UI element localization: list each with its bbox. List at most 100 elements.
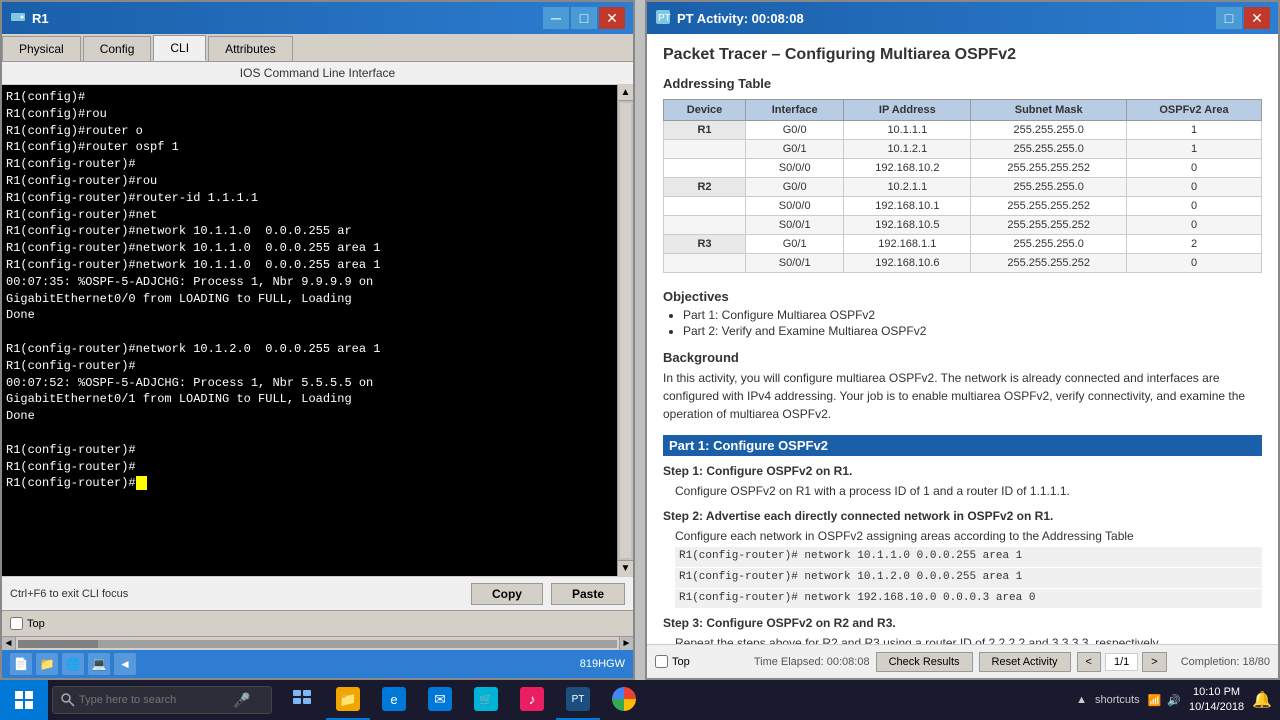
cell-ip: 10.1.1.1 bbox=[844, 121, 971, 140]
microphone-icon[interactable]: 🎤 bbox=[233, 692, 250, 709]
page-navigation: < 1/1 > bbox=[1077, 652, 1167, 672]
part1-title: Part 1: Configure OSPFv2 bbox=[663, 435, 1262, 456]
taskbar-back-icon[interactable]: ◄ bbox=[114, 653, 136, 675]
window-controls: ─ □ ✕ bbox=[543, 7, 625, 29]
music-taskbar[interactable]: ♪ bbox=[510, 680, 554, 720]
objectives-title: Objectives bbox=[663, 289, 1262, 304]
router-taskbar: 📄 📁 🌐 💻 ◄ 819HGW bbox=[2, 650, 633, 678]
step1-content: Configure OSPFv2 on R1 with a process ID… bbox=[675, 482, 1262, 501]
system-clock[interactable]: 10:10 PM 10/14/2018 bbox=[1189, 685, 1244, 716]
objective-2: Part 2: Verify and Examine Multiarea OSP… bbox=[683, 324, 1262, 338]
taskbar-file-icon[interactable]: 📄 bbox=[10, 653, 32, 675]
time-elapsed: Time Elapsed: 00:08:08 bbox=[754, 656, 870, 668]
file-explorer-taskbar[interactable]: 📁 bbox=[326, 680, 370, 720]
footer-top-checkbox[interactable] bbox=[655, 655, 668, 668]
nav-prev-button[interactable]: < bbox=[1077, 652, 1101, 672]
cisco-pt-taskbar[interactable]: PT bbox=[556, 680, 600, 720]
cell-interface: G0/1 bbox=[746, 235, 844, 254]
router-window: R1 ─ □ ✕ Physical Config CLI Attributes … bbox=[0, 0, 635, 680]
pt-maximize-button[interactable]: □ bbox=[1216, 7, 1242, 29]
taskbar-search-box[interactable]: 🎤 bbox=[52, 686, 272, 714]
background-title: Background bbox=[663, 350, 1262, 365]
cell-ip: 192.168.10.6 bbox=[844, 254, 971, 273]
copy-button[interactable]: Copy bbox=[471, 583, 543, 605]
windows-taskbar: 🎤 📁 e ✉ 🛒 ♪ PT bbox=[0, 680, 1280, 720]
taskbar-search-input[interactable] bbox=[79, 694, 229, 706]
objectives-list: Part 1: Configure Multiarea OSPFv2 Part … bbox=[683, 308, 1262, 338]
top-checkbox[interactable] bbox=[10, 617, 23, 630]
h-scrollbar-thumb[interactable] bbox=[18, 640, 98, 648]
addressing-table: Device Interface IP Address Subnet Mask … bbox=[663, 99, 1262, 273]
cell-interface: G0/1 bbox=[746, 140, 844, 159]
pt-window-controls: □ ✕ bbox=[1216, 7, 1270, 29]
start-button[interactable] bbox=[0, 680, 48, 720]
tab-config[interactable]: Config bbox=[83, 36, 152, 61]
table-row: S0/0/0 192.168.10.1 255.255.255.252 0 bbox=[664, 197, 1262, 216]
notification-bell[interactable]: 🔔 bbox=[1252, 690, 1272, 710]
pt-window: PT PT Activity: 00:08:08 □ ✕ Packet Trac… bbox=[645, 0, 1280, 680]
cell-device bbox=[664, 254, 746, 273]
pt-content: Packet Tracer – Configuring Multiarea OS… bbox=[647, 34, 1278, 644]
cell-device: R2 bbox=[664, 178, 746, 197]
step1-text: Configure OSPFv2 on R1 with a process ID… bbox=[675, 484, 1070, 498]
scroll-up-button[interactable]: ▲ bbox=[618, 85, 633, 101]
taskbar-network-icon[interactable]: 🌐 bbox=[62, 653, 84, 675]
step2-code-3: R1(config-router)# network 192.168.10.0 … bbox=[675, 589, 1262, 609]
cli-content[interactable]: R1(config)# R1(config)#rou R1(config)#ro… bbox=[2, 85, 617, 576]
taskbar-chevron-up[interactable]: ▲ bbox=[1076, 694, 1087, 706]
minimize-button[interactable]: ─ bbox=[543, 7, 569, 29]
cell-area: 0 bbox=[1127, 216, 1262, 235]
taskbar-server-icon[interactable]: 💻 bbox=[88, 653, 110, 675]
status-bar: Top bbox=[2, 610, 633, 636]
page-indicator: 1/1 bbox=[1105, 653, 1138, 671]
step3-title: Step 3: Configure OSPFv2 on R2 and R3. bbox=[663, 616, 1262, 630]
check-results-button[interactable]: Check Results bbox=[876, 652, 973, 672]
cell-device: R1 bbox=[664, 121, 746, 140]
scroll-right-button[interactable]: ► bbox=[619, 637, 633, 651]
table-row: S0/0/0 192.168.10.2 255.255.255.252 0 bbox=[664, 159, 1262, 178]
tab-cli[interactable]: CLI bbox=[153, 35, 206, 61]
store-icon: 🛒 bbox=[474, 687, 498, 711]
pt-window-title: PT Activity: 00:08:08 bbox=[677, 11, 1216, 26]
taskbar-folder-icon[interactable]: 📁 bbox=[36, 653, 58, 675]
scroll-down-button[interactable]: ▼ bbox=[618, 560, 633, 576]
cell-interface: S0/0/0 bbox=[746, 197, 844, 216]
reset-activity-button[interactable]: Reset Activity bbox=[979, 652, 1071, 672]
cell-device: R3 bbox=[664, 235, 746, 254]
router-window-title: R1 bbox=[32, 11, 543, 26]
step2-text: Configure each network in OSPFv2 assigni… bbox=[675, 529, 1134, 543]
router-tabs: Physical Config CLI Attributes bbox=[2, 34, 633, 62]
paste-button[interactable]: Paste bbox=[551, 583, 625, 605]
system-tray-icons: 📶 🔊 bbox=[1148, 694, 1181, 707]
col-area: OSPFv2 Area bbox=[1127, 100, 1262, 121]
volume-tray-icon[interactable]: 🔊 bbox=[1167, 694, 1181, 707]
pt-close-button[interactable]: ✕ bbox=[1244, 7, 1270, 29]
maximize-button[interactable]: □ bbox=[571, 7, 597, 29]
horizontal-scrollbar[interactable]: ◄ ► bbox=[2, 636, 633, 650]
chrome-taskbar[interactable] bbox=[602, 680, 646, 720]
cell-mask: 255.255.255.0 bbox=[971, 121, 1127, 140]
nav-next-button[interactable]: > bbox=[1142, 652, 1166, 672]
pt-footer: Top Time Elapsed: 00:08:08 Check Results… bbox=[647, 644, 1278, 678]
table-row: R1 G0/0 10.1.1.1 255.255.255.0 1 bbox=[664, 121, 1262, 140]
store-taskbar[interactable]: 🛒 bbox=[464, 680, 508, 720]
objective-1: Part 1: Configure Multiarea OSPFv2 bbox=[683, 308, 1262, 322]
network-tray-icon[interactable]: 📶 bbox=[1148, 694, 1162, 707]
tab-attributes[interactable]: Attributes bbox=[208, 36, 293, 61]
cell-mask: 255.255.255.252 bbox=[971, 216, 1127, 235]
top-checkbox-area: Top bbox=[10, 617, 45, 630]
step2-code-2: R1(config-router)# network 10.1.2.0 0.0.… bbox=[675, 568, 1262, 588]
shortcuts-label: shortcuts bbox=[1095, 694, 1140, 706]
cell-ip: 10.2.1.1 bbox=[844, 178, 971, 197]
edge-taskbar[interactable]: e bbox=[372, 680, 416, 720]
h-scrollbar-track[interactable] bbox=[18, 640, 617, 648]
close-button[interactable]: ✕ bbox=[599, 7, 625, 29]
tab-physical[interactable]: Physical bbox=[2, 36, 81, 61]
cell-ip: 192.168.1.1 bbox=[844, 235, 971, 254]
scroll-left-button[interactable]: ◄ bbox=[2, 637, 16, 651]
cli-scrollbar[interactable]: ▲ ▼ bbox=[617, 85, 633, 576]
task-view-button[interactable] bbox=[280, 680, 324, 720]
scroll-thumb[interactable] bbox=[620, 103, 631, 558]
mail-taskbar[interactable]: ✉ bbox=[418, 680, 462, 720]
top-label: Top bbox=[27, 618, 45, 630]
